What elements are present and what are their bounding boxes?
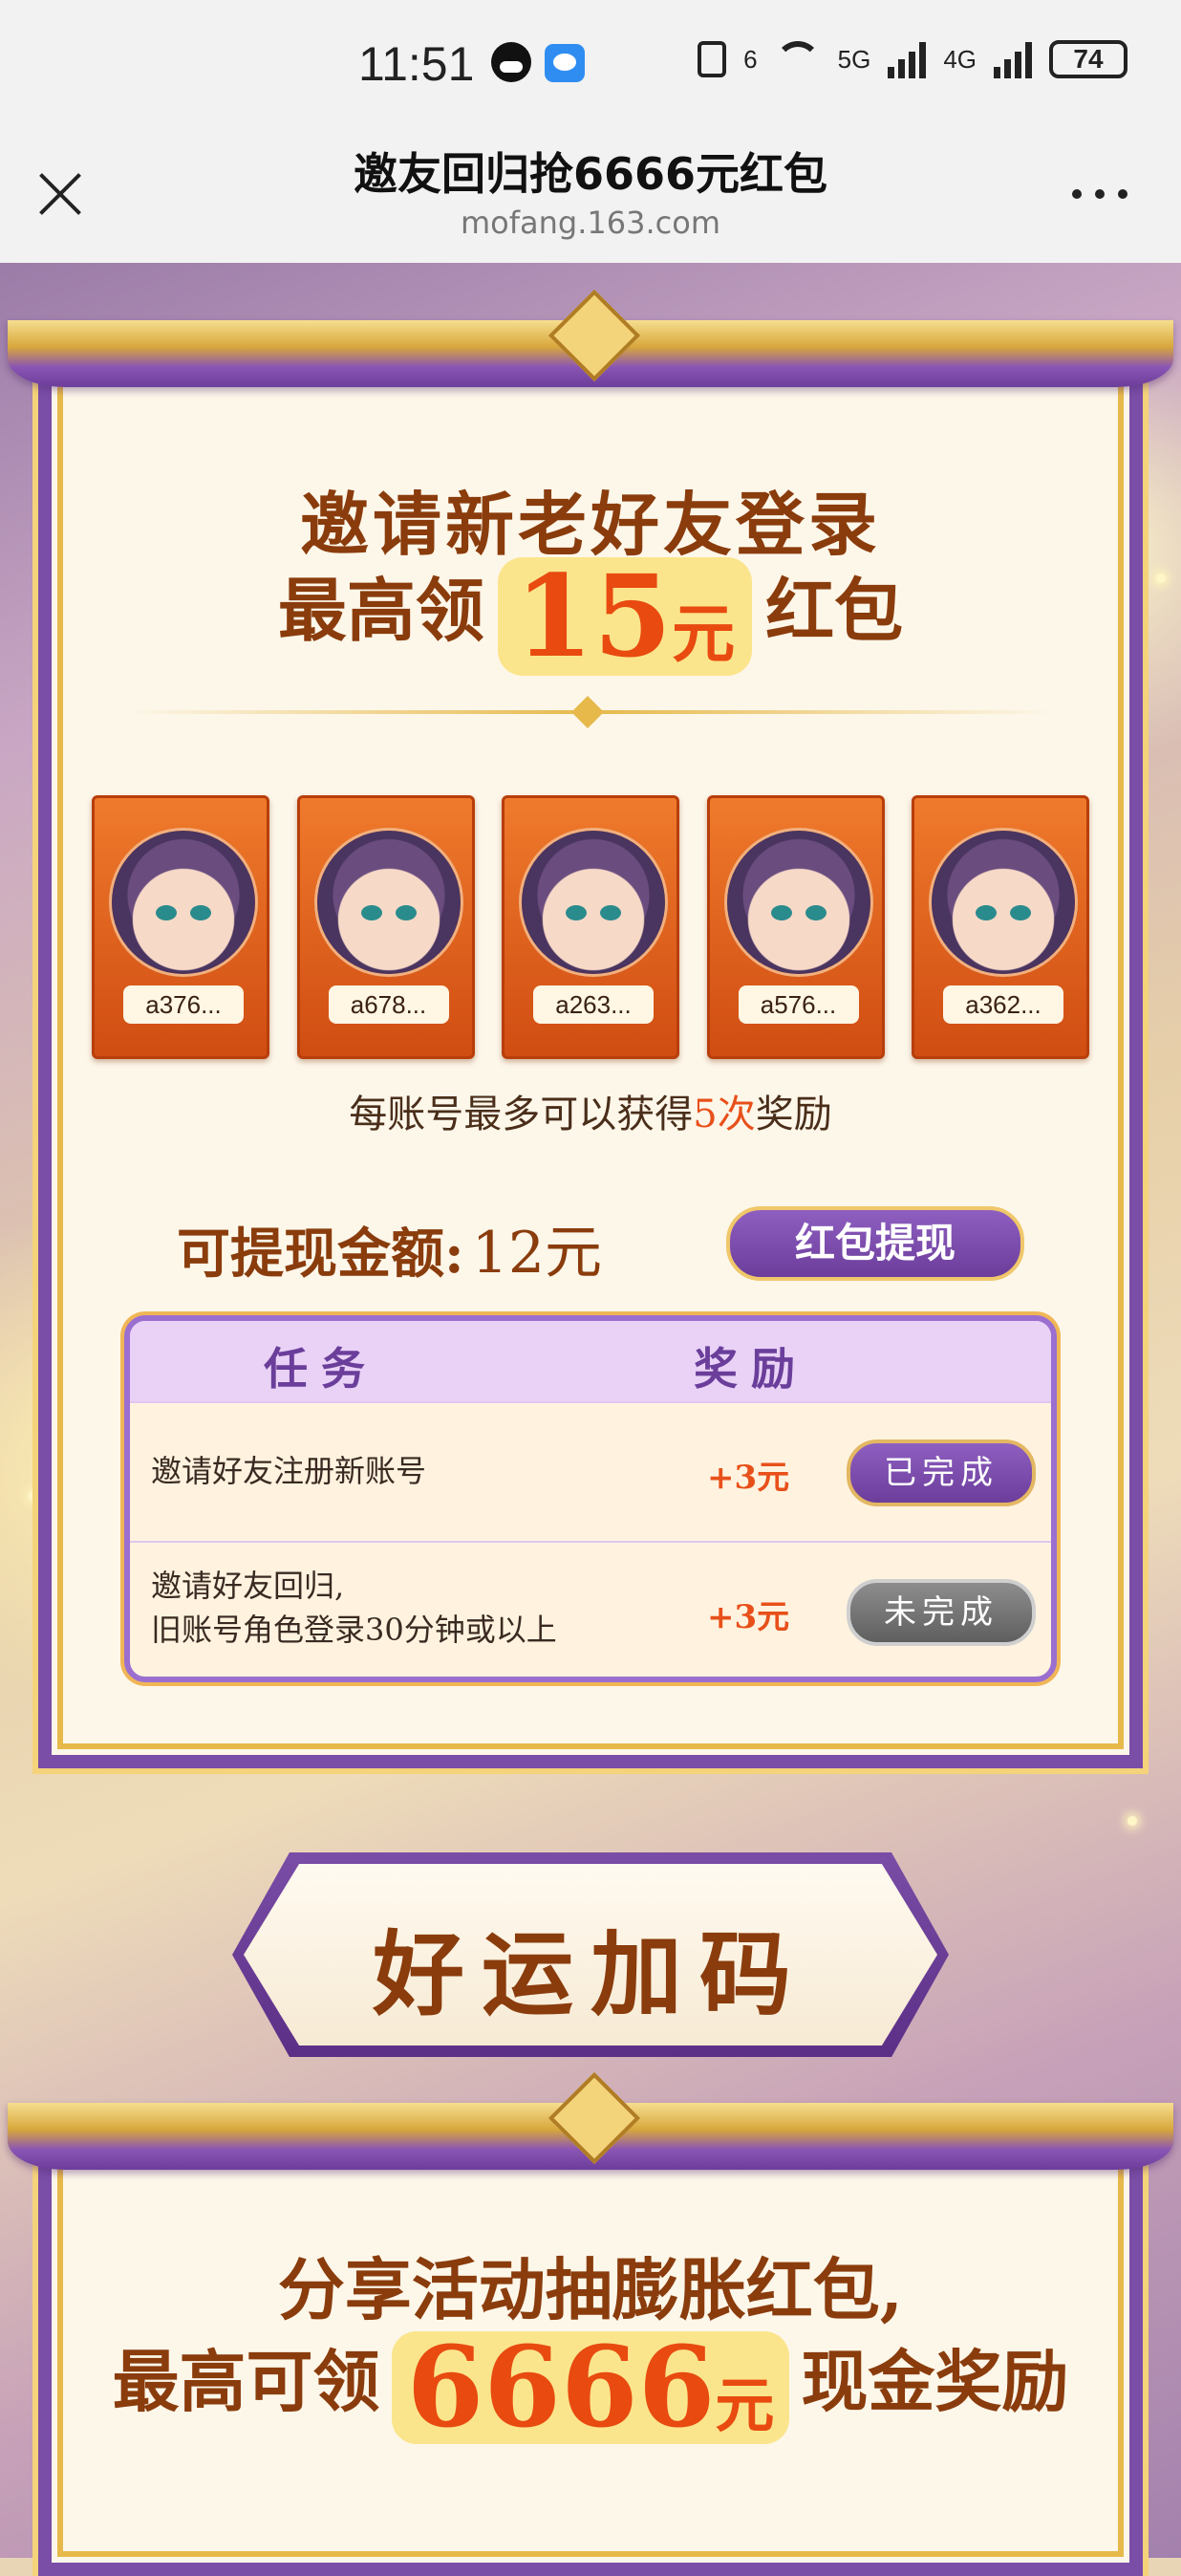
invite-suffix: 红包 (765, 570, 904, 651)
page-url: mofang.163.com (461, 205, 720, 241)
share-prefix: 最高可领 (112, 2342, 380, 2421)
friend-card[interactable]: a362... (912, 795, 1089, 1059)
signal-4g-icon (994, 40, 1032, 78)
net-6-label: 6 (743, 44, 758, 74)
task-description: 邀请好友回归, 旧账号角色登录30分钟或以上 (151, 1564, 557, 1652)
task-description-line: 邀请好友回归, (151, 1568, 345, 1604)
signal-5g-icon (888, 40, 927, 78)
task-row: 邀请好友注册新账号 +3元 已完成 (130, 1401, 1051, 1541)
message-notification-icon (545, 44, 585, 82)
battery-level: 74 (1073, 44, 1104, 74)
panel-crown-decoration (8, 2103, 1173, 2170)
friend-avatar (112, 831, 255, 974)
invite-prefix: 最高领 (277, 570, 484, 651)
page-title: 邀友回归抢6666元红包 (353, 148, 828, 200)
withdraw-amount-row: 可提现金额: 12元 (177, 1206, 602, 1289)
column-header-task: 任务 (264, 1343, 378, 1395)
share-heading: 分享活动抽膨胀红包, (277, 2250, 904, 2329)
task-description-line: 旧账号角色登录30分钟或以上 (151, 1612, 557, 1648)
note-prefix: 每账号最多可以获得 (349, 1093, 694, 1136)
task-reward: +3元 (707, 1459, 790, 1497)
battery-icon: 74 (1049, 40, 1127, 78)
sparkle-decoration (1127, 1816, 1137, 1826)
share-suffix: 现金奖励 (801, 2342, 1069, 2421)
net-4g-label: 4G (943, 44, 977, 74)
share-amount-pill: 6666元 (391, 2331, 790, 2444)
friend-card[interactable]: a263... (502, 795, 679, 1059)
column-header-reward: 奖励 (694, 1343, 808, 1395)
more-menu-icon[interactable] (1072, 189, 1127, 199)
note-suffix: 奖励 (755, 1093, 832, 1136)
qq-notification-icon (491, 42, 531, 82)
task-table: 任务 奖励 邀请好友注册新账号 +3元 已完成 邀请好友回归, 旧账号角色登录3… (124, 1315, 1057, 1682)
net-5g-label: 5G (837, 44, 871, 74)
friend-avatar (316, 831, 461, 974)
browser-title-bar: 邀友回归抢6666元红包 mofang.163.com (0, 134, 1181, 263)
task-description: 邀请好友注册新账号 (151, 1449, 426, 1493)
task-table-header: 任务 奖励 (130, 1321, 1051, 1401)
task-row: 邀请好友回归, 旧账号角色登录30分钟或以上 +3元 未完成 (130, 1541, 1051, 1677)
vibrate-icon (698, 41, 727, 77)
lucky-banner-title: 好运加码 (373, 1920, 808, 2028)
task-status-completed-button[interactable]: 已完成 (847, 1440, 1036, 1506)
share-amount: 6666 (406, 2323, 716, 2453)
friend-card[interactable]: a678... (296, 795, 475, 1059)
withdraw-value: 12元 (471, 1220, 603, 1287)
invite-subheading: 最高领 15元 红包 (0, 554, 1181, 676)
invite-unit: 元 (672, 596, 736, 671)
friend-avatar (522, 831, 665, 974)
task-description-line: 邀请好友注册新账号 (151, 1453, 427, 1489)
withdraw-button[interactable]: 红包提现 (726, 1206, 1024, 1281)
friend-name: a678... (328, 985, 449, 1024)
friend-name: a376... (123, 985, 244, 1024)
withdraw-label: 可提现金额: (177, 1223, 464, 1286)
friend-name: a263... (533, 985, 654, 1024)
wifi-icon (774, 41, 821, 77)
friend-name: a576... (738, 985, 859, 1024)
note-highlight: 5次 (693, 1093, 756, 1136)
invite-amount: 15 (514, 550, 673, 682)
friend-list: a376... a678... a263... a576... a362... (92, 795, 1089, 1059)
task-reward: +3元 (707, 1598, 790, 1636)
reward-limit-note: 每账号最多可以获得5次奖励 (0, 1083, 1181, 1138)
task-status-incomplete-button[interactable]: 未完成 (847, 1579, 1036, 1646)
status-icons: 6 5G 4G 74 (698, 40, 1127, 78)
status-bar: 11:51 6 5G 4G 74 (0, 0, 1181, 134)
panel-crown-decoration (8, 320, 1173, 387)
sparkle-decoration (29, 1491, 38, 1501)
friend-avatar (932, 831, 1075, 974)
share-subheading: 最高可领 6666元 现金奖励 (0, 2328, 1181, 2444)
friend-card[interactable]: a576... (706, 795, 885, 1059)
friend-name: a362... (943, 985, 1063, 1024)
share-unit: 元 (715, 2370, 775, 2440)
friend-card[interactable]: a376... (92, 795, 269, 1059)
friend-avatar (726, 831, 870, 974)
status-time: 11:51 (358, 37, 475, 91)
invite-amount-pill: 15元 (497, 557, 753, 676)
